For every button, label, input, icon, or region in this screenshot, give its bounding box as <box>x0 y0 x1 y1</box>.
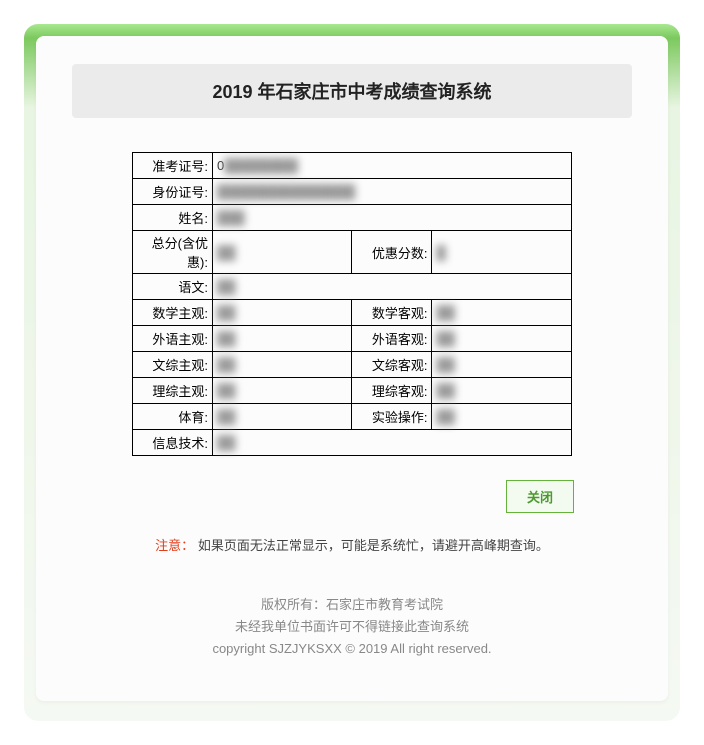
value-discount: █ <box>432 231 572 274</box>
label-discount: 优惠分数: <box>352 231 432 274</box>
value-foreign-obj: ██ <box>432 326 572 352</box>
label-foreign-obj: 外语客观: <box>352 326 432 352</box>
row-lizong: 理综主观: ██ 理综客观: ██ <box>133 378 572 404</box>
label-total: 总分(含优惠): <box>133 231 213 274</box>
value-math-subj: ██ <box>213 300 352 326</box>
gradient-border: 2019 年石家庄市中考成绩查询系统 准考证号: 0████████ 身份证号:… <box>24 24 680 721</box>
value-total: ██ <box>213 231 352 274</box>
row-it: 信息技术: ██ <box>133 430 572 456</box>
value-admission-no: 0████████ <box>213 153 572 179</box>
row-math: 数学主观: ██ 数学客观: ██ <box>133 300 572 326</box>
notice-text: 如果页面无法正常显示，可能是系统忙，请避开高峰期查询。 <box>198 538 549 553</box>
label-pe: 体育: <box>133 404 213 430</box>
value-experiment: ██ <box>432 404 572 430</box>
label-math-obj: 数学客观: <box>352 300 432 326</box>
value-chinese: ██ <box>213 274 572 300</box>
page-title: 2019 年石家庄市中考成绩查询系统 <box>72 64 632 118</box>
value-pe: ██ <box>213 404 352 430</box>
label-name: 姓名: <box>133 205 213 231</box>
score-table: 准考证号: 0████████ 身份证号: ███████████████ 姓名… <box>132 152 572 456</box>
value-id-no: ███████████████ <box>213 179 572 205</box>
value-it: ██ <box>213 430 572 456</box>
score-table-wrap: 准考证号: 0████████ 身份证号: ███████████████ 姓名… <box>72 152 632 456</box>
label-id-no: 身份证号: <box>133 179 213 205</box>
label-admission-no: 准考证号: <box>133 153 213 179</box>
row-total: 总分(含优惠): ██ 优惠分数: █ <box>133 231 572 274</box>
label-wenzong-obj: 文综客观: <box>352 352 432 378</box>
value-math-obj: ██ <box>432 300 572 326</box>
button-row: 关闭 <box>72 480 632 513</box>
value-wenzong-subj: ██ <box>213 352 352 378</box>
label-math-subj: 数学主观: <box>133 300 213 326</box>
label-chinese: 语文: <box>133 274 213 300</box>
page-root: 2019 年石家庄市中考成绩查询系统 准考证号: 0████████ 身份证号:… <box>0 0 704 745</box>
row-pe-exp: 体育: ██ 实验操作: ██ <box>133 404 572 430</box>
row-foreign: 外语主观: ██ 外语客观: ██ <box>133 326 572 352</box>
row-wenzong: 文综主观: ██ 文综客观: ██ <box>133 352 572 378</box>
value-wenzong-obj: ██ <box>432 352 572 378</box>
row-idno: 身份证号: ███████████████ <box>133 179 572 205</box>
label-foreign-subj: 外语主观: <box>133 326 213 352</box>
value-lizong-subj: ██ <box>213 378 352 404</box>
label-it: 信息技术: <box>133 430 213 456</box>
label-lizong-subj: 理综主观: <box>133 378 213 404</box>
label-experiment: 实验操作: <box>352 404 432 430</box>
close-button[interactable]: 关闭 <box>506 480 574 513</box>
footer-line-2: 未经我单位书面许可不得链接此查询系统 <box>72 616 632 638</box>
row-chinese: 语文: ██ <box>133 274 572 300</box>
content-card: 2019 年石家庄市中考成绩查询系统 准考证号: 0████████ 身份证号:… <box>36 36 668 701</box>
label-wenzong-subj: 文综主观: <box>133 352 213 378</box>
value-foreign-subj: ██ <box>213 326 352 352</box>
notice-key: 注意： <box>155 538 194 553</box>
footer: 版权所有：石家庄市教育考试院 未经我单位书面许可不得链接此查询系统 copyri… <box>72 594 632 660</box>
label-lizong-obj: 理综客观: <box>352 378 432 404</box>
row-admission: 准考证号: 0████████ <box>133 153 572 179</box>
value-lizong-obj: ██ <box>432 378 572 404</box>
notice: 注意： 如果页面无法正常显示，可能是系统忙，请避开高峰期查询。 <box>72 535 632 554</box>
footer-line-3: copyright SJZJYKSXX © 2019 All right res… <box>72 638 632 660</box>
row-name: 姓名: ███ <box>133 205 572 231</box>
value-name: ███ <box>213 205 572 231</box>
footer-line-1: 版权所有：石家庄市教育考试院 <box>72 594 632 616</box>
